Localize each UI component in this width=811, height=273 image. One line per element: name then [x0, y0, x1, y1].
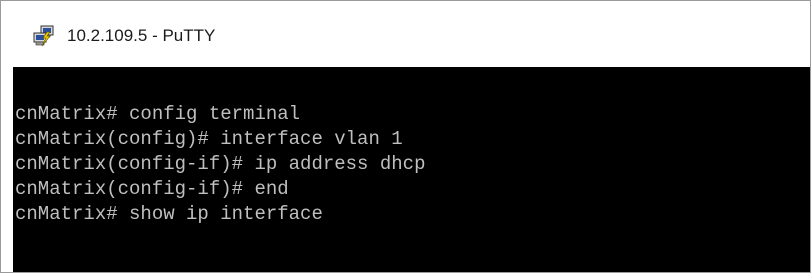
- terminal-area[interactable]: cnMatrix# config terminal cnMatrix(confi…: [13, 67, 810, 272]
- terminal-line: cnMatrix# config terminal: [15, 103, 301, 125]
- terminal-line: cnMatrix(config-if)# end: [15, 178, 289, 200]
- title-bar[interactable]: 10.2.109.5 - PuTTY: [1, 1, 810, 67]
- window-title: 10.2.109.5 - PuTTY: [67, 26, 216, 45]
- terminal-line: cnMatrix# show ip interface: [15, 203, 323, 225]
- terminal-line: cnMatrix(config)# interface vlan 1: [15, 128, 403, 150]
- terminal-line: cnMatrix(config-if)# ip address dhcp: [15, 153, 426, 175]
- putty-icon: [32, 25, 56, 47]
- putty-window: 10.2.109.5 - PuTTY cnMatrix# config term…: [0, 0, 811, 273]
- terminal-output: cnMatrix# config terminal cnMatrix(confi…: [15, 102, 425, 227]
